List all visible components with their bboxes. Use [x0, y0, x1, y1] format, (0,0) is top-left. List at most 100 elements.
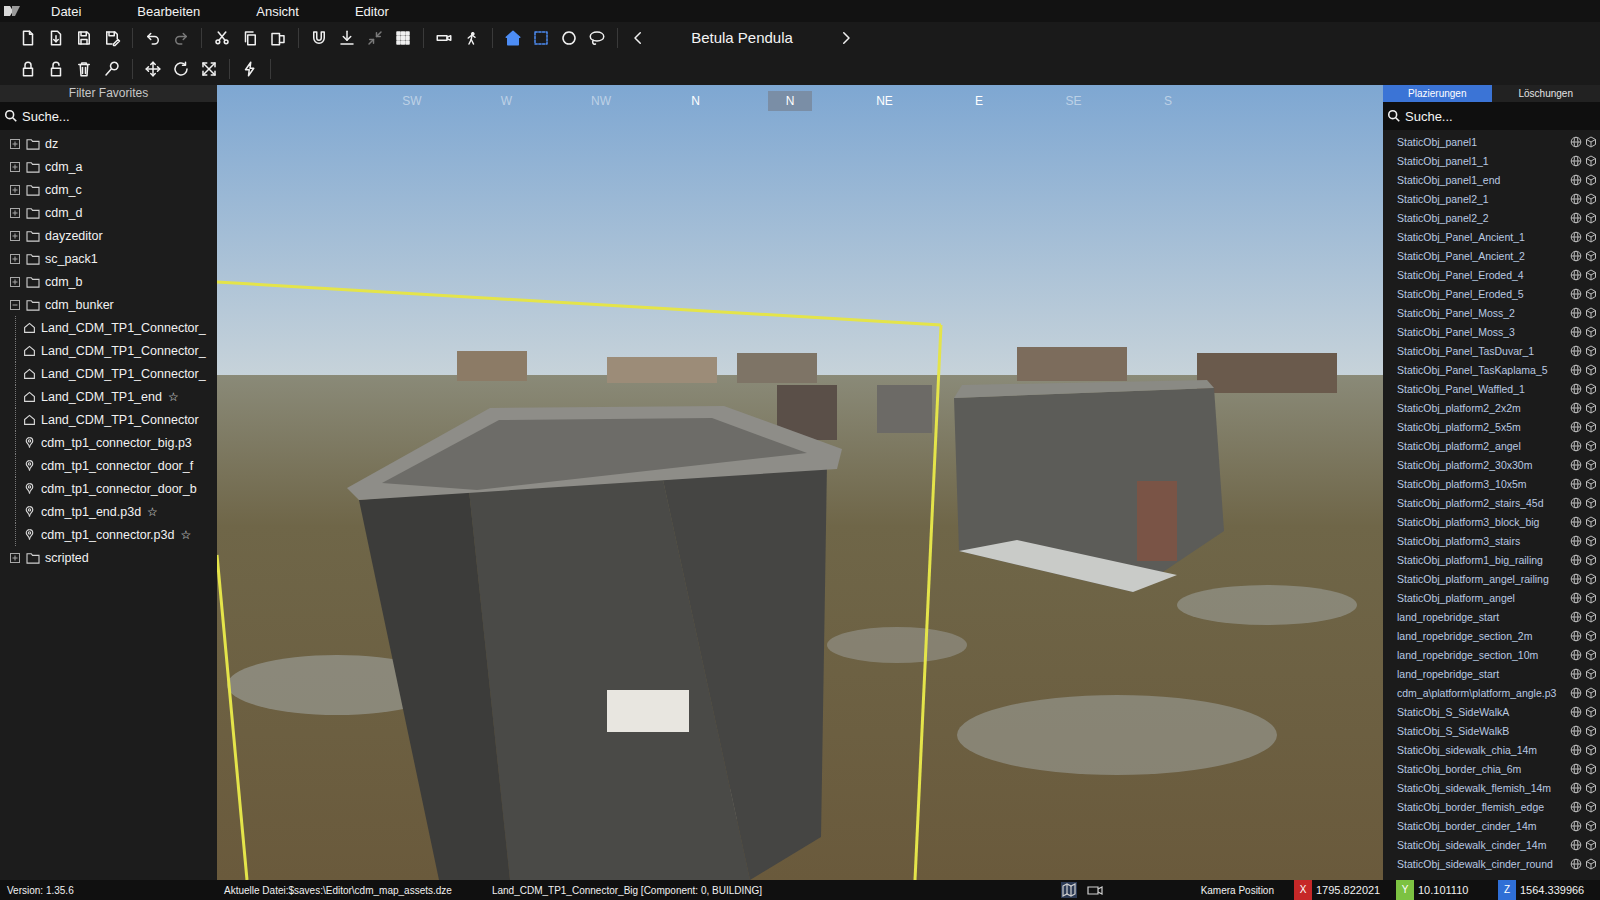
favorite-star[interactable]: ☆: [147, 505, 158, 519]
globe-icon[interactable]: [1570, 136, 1582, 148]
cube-icon[interactable]: [1585, 364, 1597, 376]
search-field[interactable]: Suche...: [1383, 102, 1600, 130]
cube-icon[interactable]: [1585, 288, 1597, 300]
globe-icon[interactable]: [1570, 630, 1582, 642]
cube-icon[interactable]: [1585, 858, 1597, 870]
tree-item[interactable]: Land_CDM_TP1_Connector_: [0, 316, 217, 339]
placement-item[interactable]: land_ropebridge_start: [1383, 664, 1600, 683]
undo-button[interactable]: [139, 24, 167, 52]
cube-icon[interactable]: [1585, 136, 1597, 148]
placement-item[interactable]: StaticObj_panel1_end: [1383, 170, 1600, 189]
placement-item[interactable]: StaticObj_platform2_30x30m: [1383, 455, 1600, 474]
unlock-button[interactable]: [42, 55, 70, 83]
cube-icon[interactable]: [1585, 212, 1597, 224]
globe-icon[interactable]: [1570, 174, 1582, 186]
cube-icon[interactable]: [1585, 231, 1597, 243]
placement-item[interactable]: StaticObj_platform2_stairs_45d: [1383, 493, 1600, 512]
cube-icon[interactable]: [1585, 744, 1597, 756]
placement-item[interactable]: StaticObj_border_chia_6m: [1383, 759, 1600, 778]
cube-icon[interactable]: [1585, 820, 1597, 832]
globe-icon[interactable]: [1570, 592, 1582, 604]
placement-item[interactable]: StaticObj_border_flemish_edge: [1383, 797, 1600, 816]
cube-icon[interactable]: [1585, 440, 1597, 452]
globe-icon[interactable]: [1570, 288, 1582, 300]
tree-item[interactable]: Land_CDM_TP1_Connector_: [0, 339, 217, 362]
placement-item[interactable]: StaticObj_platform2_angel: [1383, 436, 1600, 455]
tree-item[interactable]: Land_CDM_TP1_end☆: [0, 385, 217, 408]
menu-item[interactable]: Datei: [23, 4, 109, 19]
tree-item[interactable]: cdm_c: [0, 178, 217, 201]
tree-item[interactable]: cdm_tp1_connector_door_f: [0, 454, 217, 477]
next-button[interactable]: [832, 24, 860, 52]
tab[interactable]: Löschungen: [1492, 85, 1600, 102]
placement-item[interactable]: StaticObj_platform1_big_railing: [1383, 550, 1600, 569]
placement-item[interactable]: StaticObj_platform3_stairs: [1383, 531, 1600, 550]
globe-icon[interactable]: [1570, 478, 1582, 490]
placement-item[interactable]: StaticObj_platform_angel_railing: [1383, 569, 1600, 588]
globe-icon[interactable]: [1570, 459, 1582, 471]
globe-icon[interactable]: [1570, 744, 1582, 756]
globe-icon[interactable]: [1570, 801, 1582, 813]
globe-icon[interactable]: [1570, 516, 1582, 528]
tree-item[interactable]: cdm_b: [0, 270, 217, 293]
redo-button[interactable]: [167, 24, 195, 52]
cube-icon[interactable]: [1585, 668, 1597, 680]
expand-icon[interactable]: [10, 162, 20, 172]
globe-icon[interactable]: [1570, 687, 1582, 699]
globe-icon[interactable]: [1570, 155, 1582, 167]
menu-item[interactable]: Ansicht: [228, 4, 327, 19]
globe-icon[interactable]: [1570, 839, 1582, 851]
globe-icon[interactable]: [1570, 326, 1582, 338]
favorite-star[interactable]: ☆: [168, 390, 179, 404]
saveas-button[interactable]: [98, 24, 126, 52]
globe-icon[interactable]: [1570, 402, 1582, 414]
placement-item[interactable]: StaticObj_platform_angel: [1383, 588, 1600, 607]
placement-item[interactable]: StaticObj_sidewalk_flemish_14m: [1383, 778, 1600, 797]
expand-icon[interactable]: [10, 185, 20, 195]
cube-icon[interactable]: [1585, 630, 1597, 642]
placement-item[interactable]: StaticObj_Panel_Moss_3: [1383, 322, 1600, 341]
globe-icon[interactable]: [1570, 364, 1582, 376]
menu-item[interactable]: Editor: [327, 4, 417, 19]
globe-icon[interactable]: [1570, 440, 1582, 452]
import-button[interactable]: [42, 24, 70, 52]
magnet-button[interactable]: [305, 24, 333, 52]
cube-icon[interactable]: [1585, 801, 1597, 813]
placement-item[interactable]: StaticObj_panel2_2: [1383, 208, 1600, 227]
cube-icon[interactable]: [1585, 478, 1597, 490]
rotate-button[interactable]: [167, 55, 195, 83]
tree-item[interactable]: dayzeditor: [0, 224, 217, 247]
placement-item[interactable]: land_ropebridge_section_10m: [1383, 645, 1600, 664]
globe-icon[interactable]: [1570, 611, 1582, 623]
ground-button[interactable]: [333, 24, 361, 52]
expand-icon[interactable]: [10, 139, 20, 149]
cube-icon[interactable]: [1585, 706, 1597, 718]
cube-icon[interactable]: [1585, 250, 1597, 262]
cube-icon[interactable]: [1585, 307, 1597, 319]
cube-icon[interactable]: [1585, 497, 1597, 509]
globe-icon[interactable]: [1570, 782, 1582, 794]
cut-button[interactable]: [208, 24, 236, 52]
globe-icon[interactable]: [1570, 307, 1582, 319]
house-button[interactable]: [499, 24, 527, 52]
globe-icon[interactable]: [1570, 250, 1582, 262]
globe-icon[interactable]: [1570, 573, 1582, 585]
tree-item[interactable]: cdm_tp1_connector_door_b: [0, 477, 217, 500]
cube-icon[interactable]: [1585, 782, 1597, 794]
placement-item[interactable]: StaticObj_Panel_Ancient_2: [1383, 246, 1600, 265]
cube-icon[interactable]: [1585, 535, 1597, 547]
cube-icon[interactable]: [1585, 174, 1597, 186]
globe-icon[interactable]: [1570, 820, 1582, 832]
save-button[interactable]: [70, 24, 98, 52]
placement-item[interactable]: StaticObj_panel1: [1383, 132, 1600, 151]
cube-icon[interactable]: [1585, 554, 1597, 566]
cube-icon[interactable]: [1585, 402, 1597, 414]
placement-item[interactable]: StaticObj_platform3_block_big: [1383, 512, 1600, 531]
cube-icon[interactable]: [1585, 649, 1597, 661]
expand-icon[interactable]: [10, 553, 20, 563]
placement-item[interactable]: StaticObj_sidewalk_cinder_14m: [1383, 835, 1600, 854]
placement-item[interactable]: StaticObj_border_cinder_14m: [1383, 816, 1600, 835]
camera-button[interactable]: [430, 24, 458, 52]
placement-item[interactable]: StaticObj_Panel_Ancient_1: [1383, 227, 1600, 246]
tree-item[interactable]: dz: [0, 132, 217, 155]
